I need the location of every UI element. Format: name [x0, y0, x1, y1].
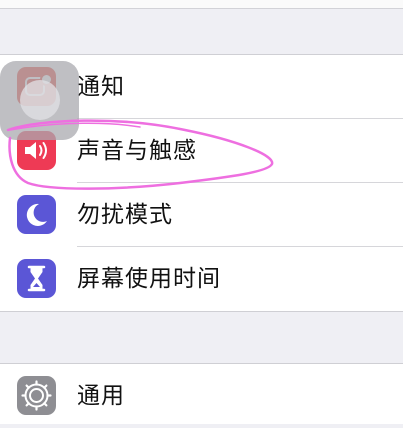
assistive-touch-button[interactable] — [0, 61, 79, 140]
settings-row-general[interactable]: 通用 — [0, 364, 403, 428]
settings-row-label: 通知 — [77, 74, 125, 100]
settings-group: 通用 — [0, 363, 403, 424]
moon-icon — [17, 195, 56, 234]
settings-row-do-not-disturb[interactable]: 勿扰模式 — [0, 183, 403, 247]
settings-row-label: 屏幕使用时间 — [77, 266, 221, 292]
settings-row-label: 通用 — [77, 383, 125, 409]
settings-row-screen-time[interactable]: 屏幕使用时间 — [0, 247, 403, 311]
settings-row-previous[interactable] — [0, 0, 403, 9]
settings-row-label: 勿扰模式 — [77, 202, 173, 228]
settings-row-label: 声音与触感 — [77, 138, 197, 164]
hourglass-icon — [17, 259, 56, 298]
gear-icon — [17, 376, 56, 415]
